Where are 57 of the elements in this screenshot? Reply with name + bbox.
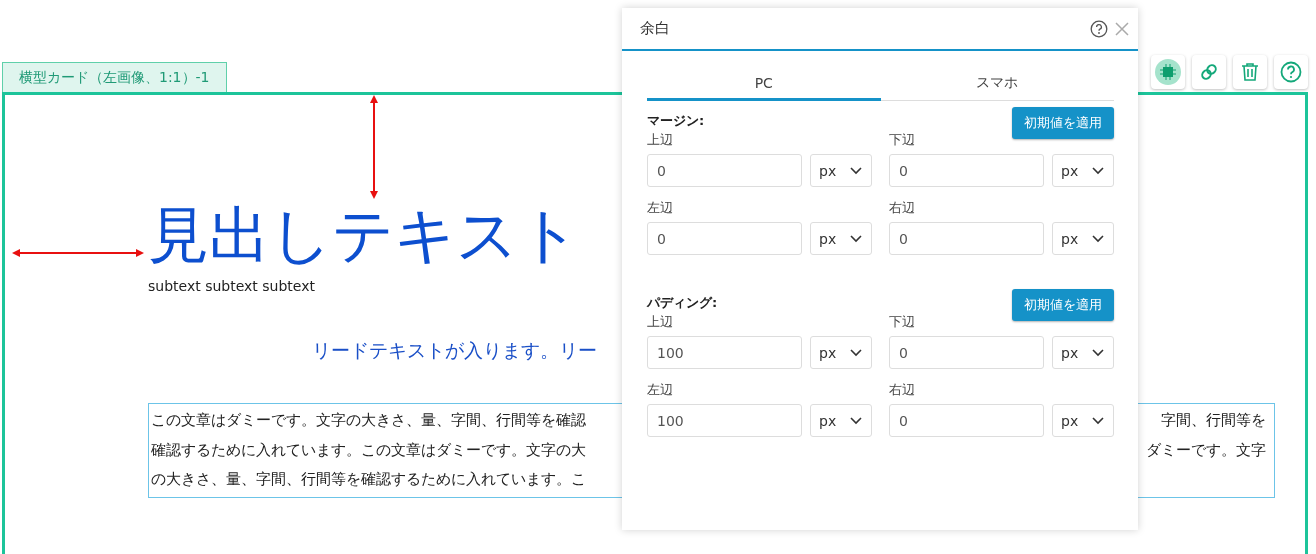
field-label: 左辺: [647, 199, 674, 217]
body-text: 確認するために入れています。この文章はダミーです。文字の大: [151, 439, 586, 461]
field-label: 上辺: [647, 313, 674, 331]
chevron-icon: [1092, 416, 1104, 425]
field-label: 下辺: [889, 131, 916, 149]
section-title: パディング:: [647, 294, 718, 312]
unit-select[interactable]: px: [810, 154, 872, 187]
body-text: の大きさ、量、字間、行間等を確認するために入れています。こ: [151, 469, 586, 490]
field-label: 右辺: [889, 199, 916, 217]
apply-defaults-button[interactable]: 初期値を適用: [1012, 107, 1114, 139]
unit-select[interactable]: px: [810, 222, 872, 255]
field-label: 下辺: [889, 313, 916, 331]
chevron-icon: [1092, 166, 1104, 175]
toolbar-button[interactable]: [1274, 55, 1308, 89]
chevron-icon: [1092, 348, 1104, 357]
input-field[interactable]: 0: [647, 154, 802, 187]
unit-select[interactable]: px: [1052, 404, 1114, 437]
toolbar-button[interactable]: [1233, 55, 1267, 89]
unit-select[interactable]: px: [810, 336, 872, 369]
body-text: この文章はダミーです。文字の大きさ、量、字間、行間等を確認: [151, 410, 586, 431]
field-label: 左辺: [647, 381, 674, 399]
body-text: ダミーです。文字: [1146, 439, 1266, 461]
unit-select[interactable]: px: [810, 404, 872, 437]
dialog-title: 余白: [640, 19, 671, 38]
input-field[interactable]: 0: [889, 154, 1044, 187]
subtext: subtext subtext subtext: [148, 278, 315, 294]
input-field[interactable]: 0: [889, 336, 1044, 369]
chevron-icon: [850, 234, 862, 243]
link-icon: [1199, 62, 1219, 82]
help-icon: [1280, 61, 1302, 83]
apply-defaults-button[interactable]: 初期値を適用: [1012, 289, 1114, 321]
chevron-icon: [850, 416, 862, 425]
input-field[interactable]: 0: [889, 404, 1044, 437]
unit-select[interactable]: px: [1052, 336, 1114, 369]
tab[interactable]: スマホ: [880, 67, 1114, 101]
unit-select[interactable]: px: [1052, 154, 1114, 187]
heading-text: 見出しテキスト: [148, 200, 580, 270]
lead-text: リードテキストが入ります。リー: [312, 338, 597, 363]
chip-icon: [1158, 62, 1178, 82]
section-title: マージン:: [647, 112, 705, 130]
body-text: 字間、行間等を: [1161, 410, 1266, 431]
toolbar-button[interactable]: [1192, 55, 1226, 89]
input-field[interactable]: 100: [647, 336, 802, 369]
input-field[interactable]: 100: [647, 404, 802, 437]
chevron-icon: [850, 166, 862, 175]
field-label: 右辺: [889, 381, 916, 399]
tab[interactable]: PC: [647, 67, 881, 101]
toolbar-button[interactable]: [1151, 55, 1185, 89]
chevron-icon: [1092, 234, 1104, 243]
close-icon[interactable]: [1114, 20, 1130, 37]
help-icon[interactable]: [1090, 19, 1108, 38]
input-field[interactable]: 0: [889, 222, 1044, 255]
field-label: 上辺: [647, 131, 674, 149]
input-field[interactable]: 0: [647, 222, 802, 255]
chevron-icon: [850, 348, 862, 357]
unit-select[interactable]: px: [1052, 222, 1114, 255]
trash-icon: [1241, 62, 1259, 82]
